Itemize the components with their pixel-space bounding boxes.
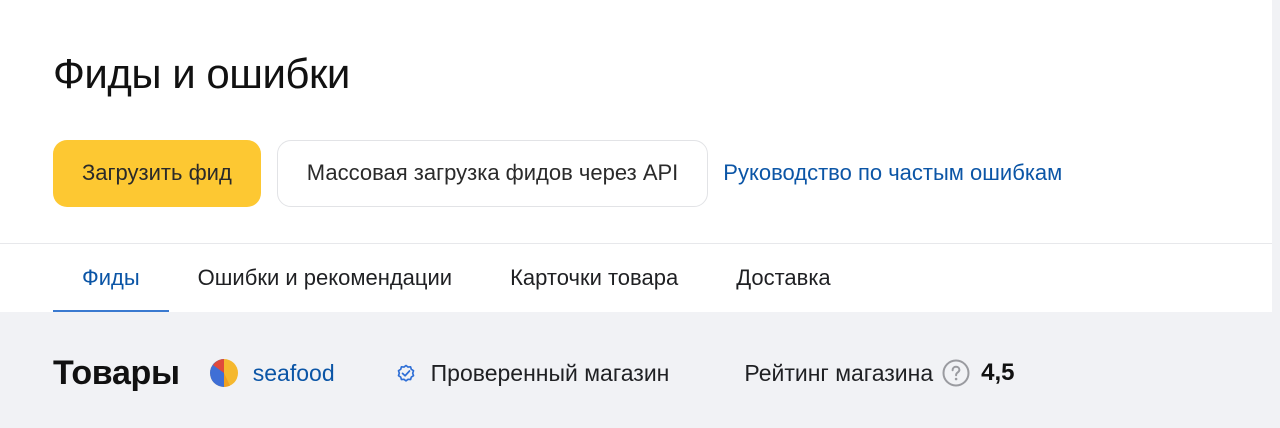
tab-product-cards[interactable]: Карточки товара bbox=[481, 244, 707, 312]
upload-feed-button[interactable]: Загрузить фид bbox=[53, 139, 261, 207]
shop-logo-icon bbox=[209, 359, 238, 387]
rating-label: Рейтинг магазина bbox=[744, 359, 934, 386]
products-summary: Товары seafood Проверенный магазин Рейти… bbox=[53, 348, 1015, 398]
feeds-card: Фиды и ошибки Загрузить фид Массовая заг… bbox=[0, 0, 1272, 428]
bulk-api-upload-button[interactable]: Массовая загрузка фидов через API bbox=[276, 139, 709, 207]
tabs: Фиды Ошибки и рекомендации Карточки това… bbox=[53, 244, 860, 312]
tab-delivery[interactable]: Доставка bbox=[707, 244, 859, 312]
page-background bbox=[1272, 0, 1280, 428]
actions-bar: Загрузить фид Массовая загрузка фидов че… bbox=[53, 139, 1062, 207]
shop-rating: Рейтинг магазина 4,5 bbox=[744, 359, 1015, 387]
section-title: Товары bbox=[53, 353, 180, 392]
verified-shop-label: Проверенный магазин bbox=[430, 359, 670, 386]
verified-shop: Проверенный магазин bbox=[395, 359, 670, 387]
shop-name-link[interactable]: seafood bbox=[253, 360, 335, 387]
page-title: Фиды и ошибки bbox=[53, 50, 350, 97]
rating-value: 4,5 bbox=[981, 359, 1015, 386]
question-circle-icon[interactable] bbox=[942, 359, 970, 387]
tab-feeds[interactable]: Фиды bbox=[53, 244, 169, 312]
common-errors-guide-link[interactable]: Руководство по частым ошибкам bbox=[723, 160, 1062, 186]
shop-info: seafood bbox=[209, 359, 335, 387]
tab-errors-recommendations[interactable]: Ошибки и рекомендации bbox=[169, 244, 481, 312]
verified-badge-icon bbox=[397, 364, 414, 382]
